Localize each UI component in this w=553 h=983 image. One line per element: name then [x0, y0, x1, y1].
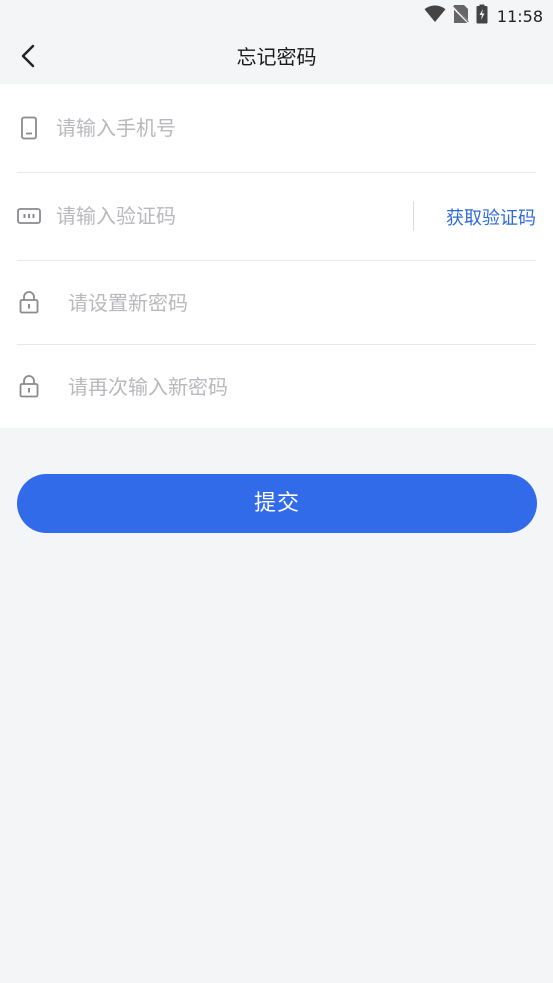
status-bar: 11:58: [0, 0, 553, 32]
lock-icon: [17, 290, 41, 314]
phone-input[interactable]: [56, 113, 516, 143]
page-title: 忘记密码: [236, 45, 317, 69]
forgot-password-screen: 11:58 忘记密码 请输入手机号 请输入验证码 获取验证码 提交: [0, 0, 553, 983]
code-row: 获取验证码: [17, 172, 536, 261]
confirm-password-input[interactable]: [68, 372, 518, 402]
phone-row: [17, 84, 536, 173]
code-divider: [413, 201, 414, 231]
status-time: 11:58: [496, 6, 543, 26]
new-password-row: [17, 260, 536, 345]
confirm-password-row: [17, 344, 536, 428]
submit-button[interactable]: 提交: [17, 474, 537, 533]
phone-icon: [17, 116, 41, 140]
wifi-icon: [424, 5, 446, 27]
get-code-button[interactable]: 获取验证码: [446, 204, 536, 230]
status-icons: 11:58: [424, 4, 543, 28]
no-sim-icon: [452, 4, 470, 28]
verification-code-icon: [17, 204, 41, 228]
battery-charging-icon: [476, 4, 488, 28]
header: 忘记密码: [0, 32, 553, 84]
reset-password-form: 获取验证码: [0, 84, 553, 428]
lock-icon: [17, 374, 41, 398]
code-input[interactable]: [56, 201, 396, 231]
new-password-input[interactable]: [68, 288, 518, 318]
